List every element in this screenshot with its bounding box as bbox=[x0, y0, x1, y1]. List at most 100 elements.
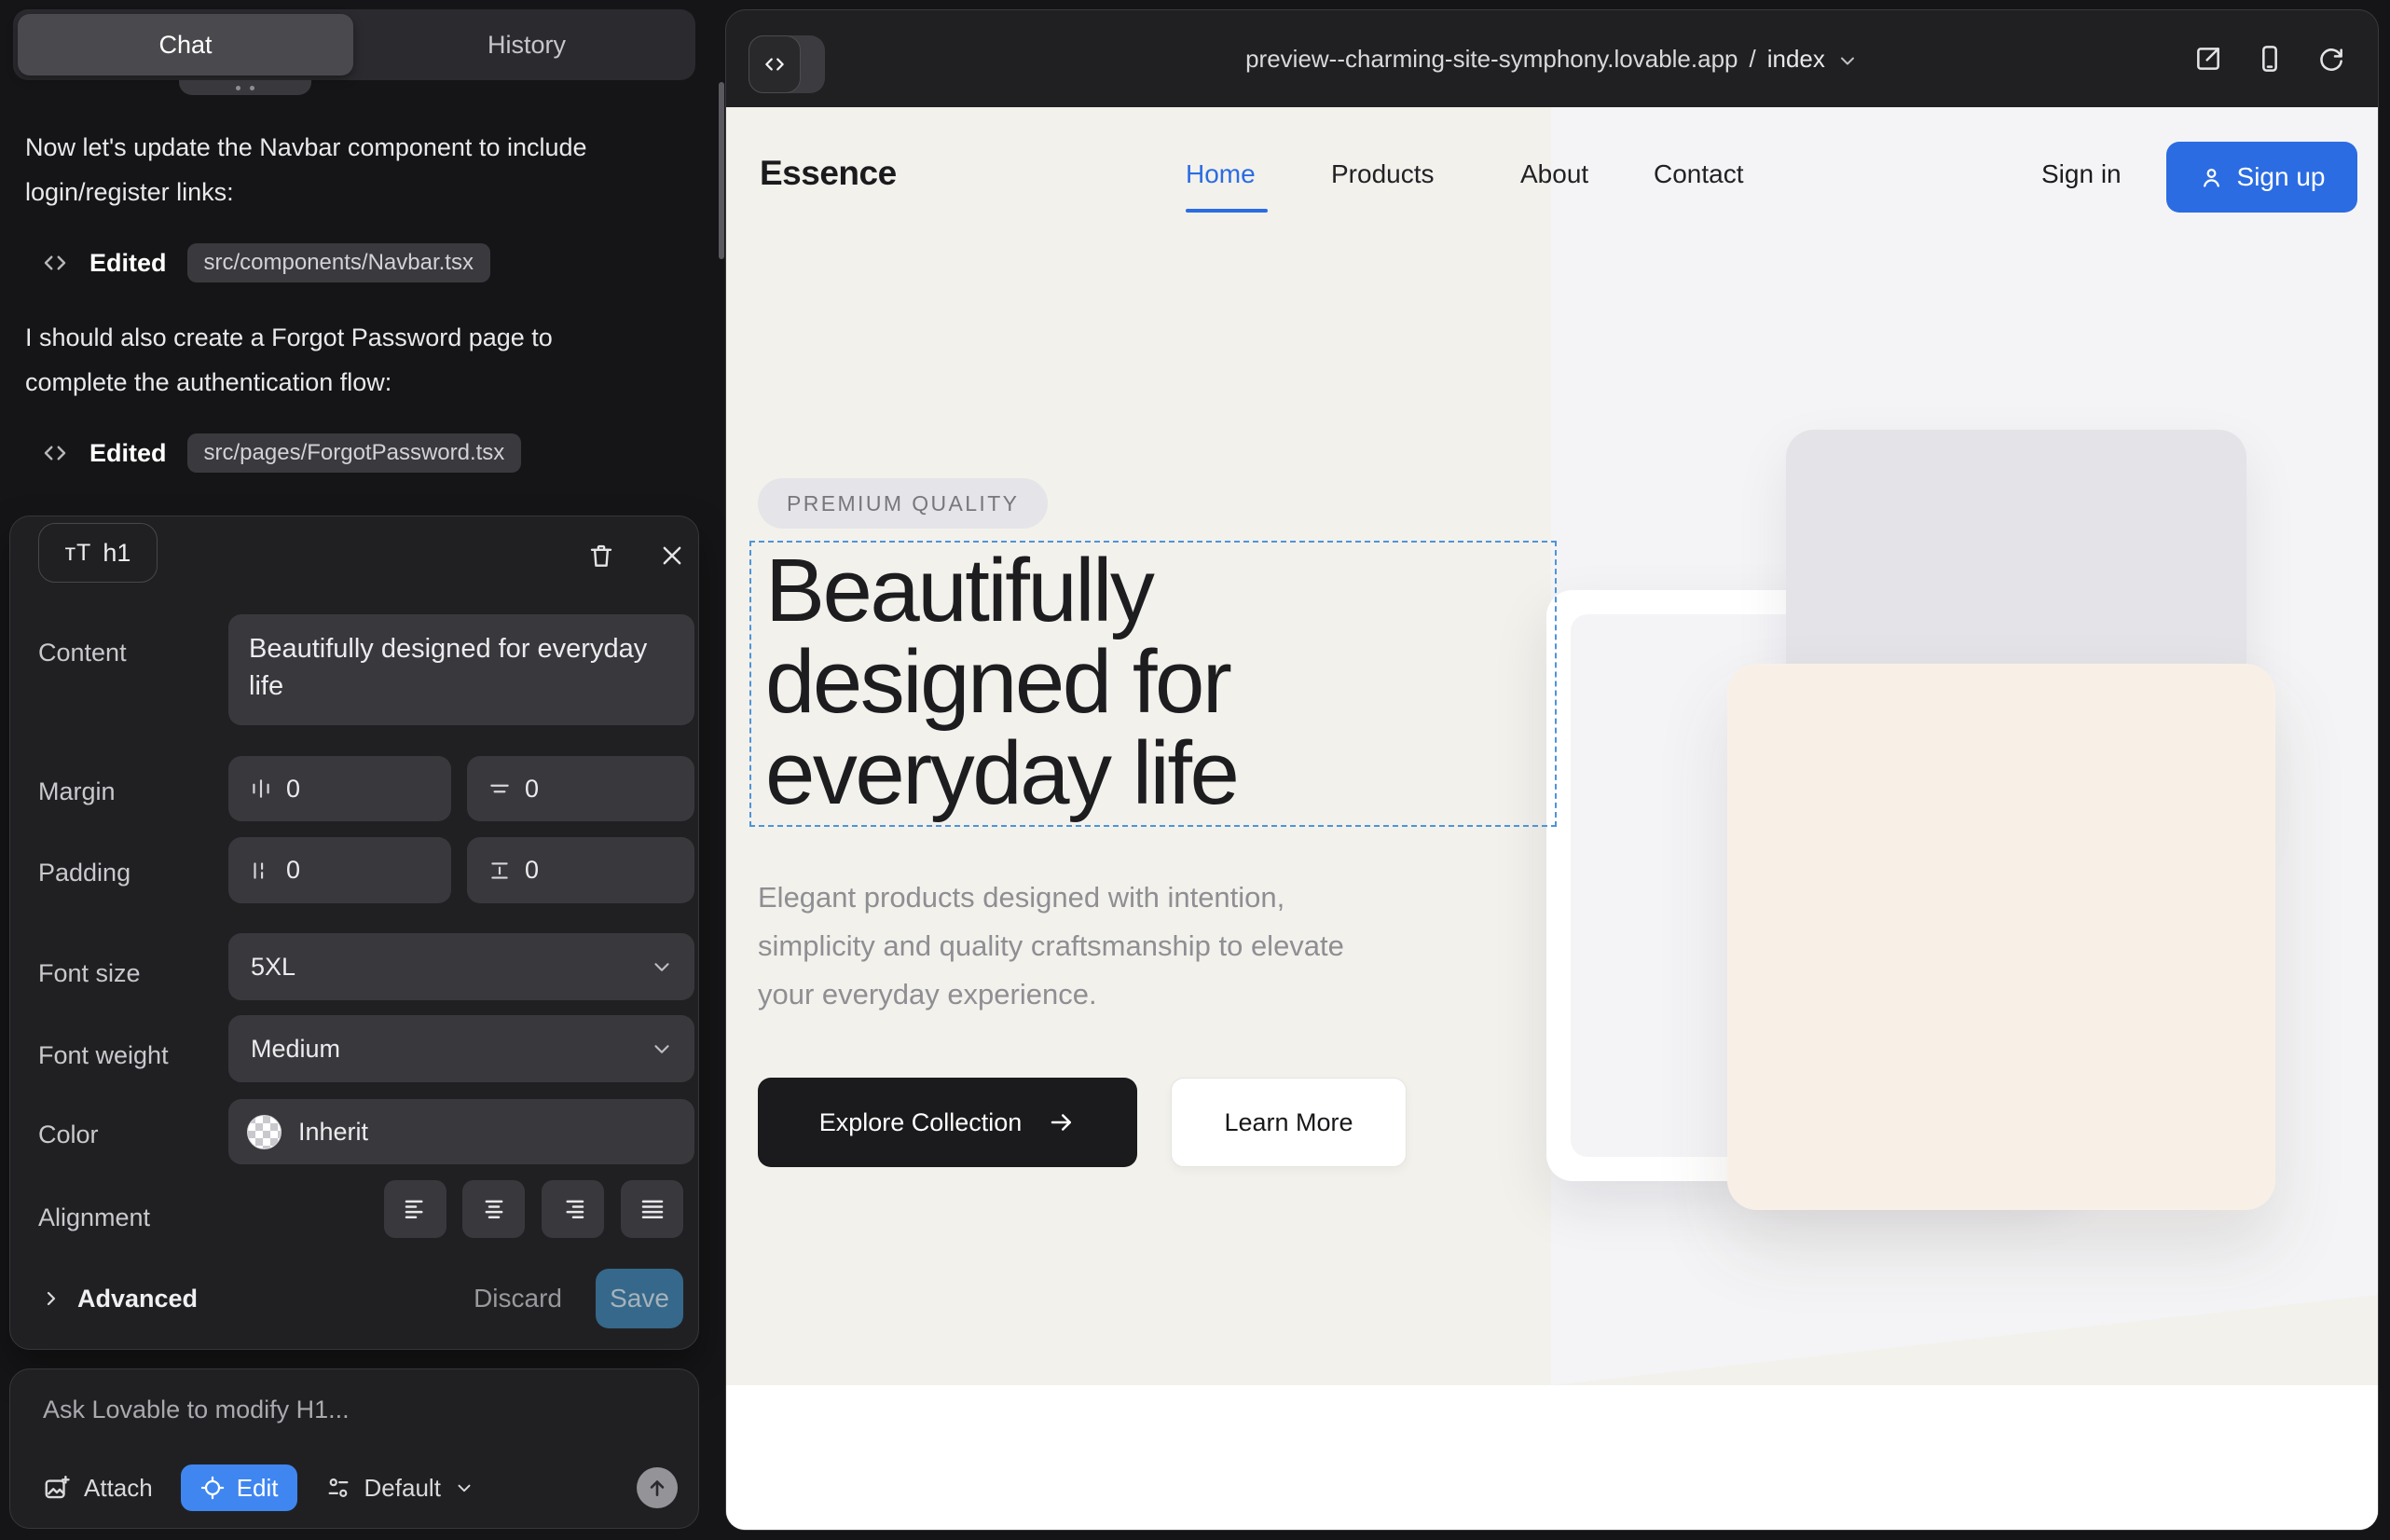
attach-button[interactable]: Attach bbox=[43, 1474, 153, 1503]
element-editor-panel: тT h1 Content Beautifully designed for e… bbox=[9, 516, 699, 1350]
align-right-button[interactable] bbox=[542, 1180, 604, 1238]
align-center-button[interactable] bbox=[462, 1180, 525, 1238]
editor-footer: Advanced Discard Save bbox=[40, 1269, 683, 1328]
chevron-down-icon bbox=[650, 1037, 674, 1061]
close-editor-button[interactable] bbox=[655, 539, 689, 572]
padding-vertical-icon bbox=[488, 859, 512, 883]
nav-active-indicator bbox=[1186, 209, 1268, 213]
selected-element-tag[interactable]: тT h1 bbox=[38, 523, 158, 583]
edit-mode-button[interactable]: Edit bbox=[181, 1464, 297, 1511]
edited-file-row: Edited src/components/Navbar.tsx bbox=[41, 241, 490, 285]
content-input[interactable]: Beautifully designed for everyday life bbox=[228, 614, 694, 725]
attach-label: Attach bbox=[84, 1474, 153, 1503]
premium-badge: PREMIUM QUALITY bbox=[758, 478, 1048, 529]
close-icon bbox=[659, 543, 685, 569]
user-icon bbox=[2199, 165, 2224, 190]
nav-link-products[interactable]: Products bbox=[1331, 159, 1435, 189]
learn-more-button[interactable]: Learn More bbox=[1171, 1078, 1407, 1167]
chevron-down-icon bbox=[1836, 49, 1859, 72]
trash-icon bbox=[587, 542, 615, 570]
color-swatch bbox=[247, 1115, 282, 1149]
prompt-input[interactable] bbox=[43, 1396, 667, 1450]
padding-x-value: 0 bbox=[286, 856, 300, 885]
color-picker[interactable]: Inherit bbox=[228, 1099, 694, 1164]
open-external-button[interactable] bbox=[2193, 44, 2223, 74]
content-label: Content bbox=[38, 639, 127, 667]
advanced-label: Advanced bbox=[77, 1285, 198, 1313]
sign-in-link[interactable]: Sign in bbox=[2041, 159, 2122, 189]
advanced-toggle[interactable]: Advanced bbox=[40, 1285, 198, 1313]
hero-description: Elegant products designed with intention… bbox=[758, 873, 1373, 1019]
chevron-down-icon bbox=[454, 1478, 474, 1498]
lovable-app: Chat History Now let's update the Navbar… bbox=[0, 0, 2390, 1540]
margin-y-value: 0 bbox=[525, 775, 539, 804]
align-justify-button[interactable] bbox=[621, 1180, 683, 1238]
discard-button[interactable]: Discard bbox=[474, 1284, 562, 1313]
next-section-background bbox=[726, 1385, 2378, 1530]
font-size-select[interactable]: 5XL bbox=[228, 933, 694, 1000]
padding-y-input[interactable]: 0 bbox=[467, 837, 694, 903]
margin-label: Margin bbox=[38, 777, 116, 806]
edited-file-chip[interactable]: src/pages/ForgotPassword.tsx bbox=[187, 433, 522, 473]
chat-history-tabs: Chat History bbox=[13, 9, 695, 80]
site-viewport: Essence Home Products About Contact Sign… bbox=[726, 107, 2378, 1530]
code-icon bbox=[41, 249, 69, 277]
hero-cta-row: Explore Collection Learn More bbox=[758, 1078, 1407, 1167]
font-weight-select[interactable]: Medium bbox=[228, 1015, 694, 1082]
tab-chat[interactable]: Chat bbox=[18, 14, 353, 76]
browser-actions bbox=[2193, 10, 2346, 107]
element-tag-label: h1 bbox=[103, 539, 130, 568]
margin-horizontal-icon bbox=[249, 777, 273, 801]
font-weight-label: Font weight bbox=[38, 1041, 169, 1070]
tab-history[interactable]: History bbox=[358, 9, 695, 80]
save-button[interactable]: Save bbox=[596, 1269, 683, 1328]
edited-file-row: Edited src/pages/ForgotPassword.tsx bbox=[41, 431, 521, 475]
padding-x-input[interactable]: 0 bbox=[228, 837, 451, 903]
sign-up-label: Sign up bbox=[2237, 162, 2326, 192]
nav-link-home[interactable]: Home bbox=[1186, 159, 1256, 189]
edit-label: Edit bbox=[237, 1474, 279, 1503]
chevron-right-icon bbox=[40, 1287, 62, 1310]
scrolled-message-chip bbox=[179, 80, 311, 95]
default-mode-select[interactable]: Default bbox=[325, 1474, 474, 1503]
alignment-label: Alignment bbox=[38, 1203, 150, 1232]
align-left-button[interactable] bbox=[384, 1180, 446, 1238]
prompt-composer: Attach Edit Default bbox=[9, 1368, 699, 1529]
edited-label: Edited bbox=[89, 439, 167, 468]
align-justify-icon bbox=[639, 1195, 666, 1223]
margin-y-input[interactable]: 0 bbox=[467, 756, 694, 821]
image-plus-icon bbox=[43, 1474, 71, 1502]
external-link-icon bbox=[2193, 44, 2223, 74]
color-label: Color bbox=[38, 1121, 99, 1149]
chat-scrollbar[interactable] bbox=[719, 82, 724, 259]
edited-file-chip[interactable]: src/components/Navbar.tsx bbox=[187, 243, 490, 282]
default-label: Default bbox=[364, 1474, 441, 1503]
padding-y-value: 0 bbox=[525, 856, 539, 885]
site-logo[interactable]: Essence bbox=[760, 154, 897, 193]
align-center-icon bbox=[480, 1195, 508, 1223]
nav-link-about[interactable]: About bbox=[1520, 159, 1588, 189]
margin-vertical-icon bbox=[488, 777, 512, 801]
sliders-icon bbox=[325, 1475, 351, 1501]
url-bar[interactable]: preview--charming-site-symphony.lovable.… bbox=[726, 10, 2378, 107]
align-right-icon bbox=[559, 1195, 587, 1223]
padding-horizontal-icon bbox=[249, 859, 273, 883]
margin-x-input[interactable]: 0 bbox=[228, 756, 451, 821]
refresh-button[interactable] bbox=[2316, 44, 2346, 74]
align-left-icon bbox=[402, 1195, 430, 1223]
padding-label: Padding bbox=[38, 859, 130, 887]
edited-label: Edited bbox=[89, 249, 167, 278]
arrow-up-icon bbox=[645, 1476, 669, 1500]
send-button[interactable] bbox=[637, 1467, 678, 1508]
nav-link-contact[interactable]: Contact bbox=[1654, 159, 1744, 189]
sign-up-button[interactable]: Sign up bbox=[2166, 142, 2357, 213]
mobile-view-button[interactable] bbox=[2255, 44, 2285, 74]
margin-x-value: 0 bbox=[286, 775, 300, 804]
target-icon bbox=[199, 1475, 226, 1501]
url-page: index bbox=[1767, 45, 1825, 74]
arrow-right-icon bbox=[1048, 1108, 1076, 1136]
explore-collection-button[interactable]: Explore Collection bbox=[758, 1078, 1137, 1167]
code-icon bbox=[41, 439, 69, 467]
hero-headline[interactable]: Beautifully designed for everyday life bbox=[765, 545, 1399, 819]
delete-element-button[interactable] bbox=[584, 539, 618, 572]
